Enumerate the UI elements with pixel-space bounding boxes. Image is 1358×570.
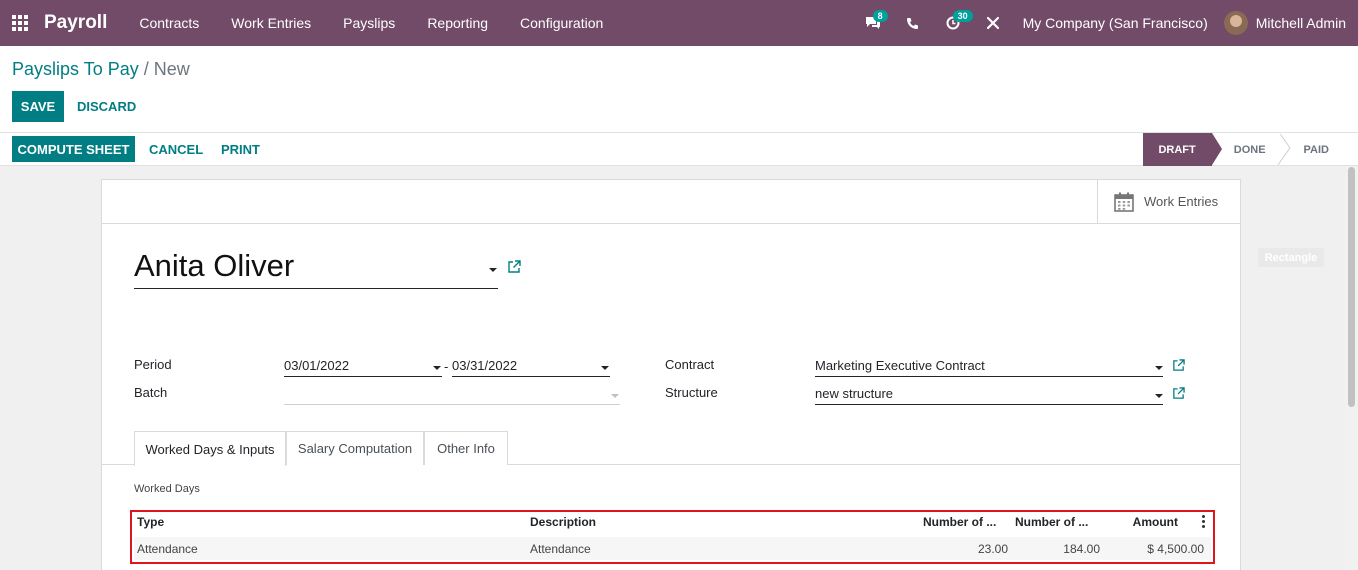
contract-external-link-icon[interactable] <box>1172 359 1185 372</box>
stage-done[interactable]: DONE <box>1212 133 1282 166</box>
column-header-type[interactable]: Type <box>137 512 164 532</box>
stage-pipeline: DRAFT DONE PAID <box>1143 133 1345 166</box>
app-name[interactable]: Payroll <box>44 12 107 34</box>
work-entries-smart-button[interactable]: Work Entries <box>1097 180 1240 223</box>
scrollbar-thumb[interactable] <box>1348 167 1355 407</box>
apps-menu-icon[interactable] <box>0 0 40 46</box>
tab-other-info[interactable]: Other Info <box>424 431 508 465</box>
column-header-number-of-days[interactable]: Number of ... <box>923 512 996 532</box>
cell-type: Attendance <box>137 541 198 556</box>
period-to-dropdown-icon[interactable] <box>601 366 609 370</box>
batch-field[interactable] <box>284 384 620 405</box>
messages-icon[interactable]: 8 <box>853 0 893 46</box>
notebook-tabs: Worked Days & Inputs Salary Computation … <box>102 431 1240 466</box>
employee-dropdown-icon[interactable] <box>489 268 497 272</box>
discard-button[interactable]: DISCARD <box>77 91 136 122</box>
rectangle-tag: Rectangle <box>1258 248 1324 267</box>
menu-payslips[interactable]: Payslips <box>327 15 411 31</box>
structure-label: Structure <box>665 385 718 400</box>
menu-reporting[interactable]: Reporting <box>411 15 504 31</box>
cell-number-of-days: 23.00 <box>977 541 1008 556</box>
phone-icon[interactable] <box>893 0 933 46</box>
cancel-button[interactable]: CANCEL <box>149 136 203 162</box>
calendar-icon <box>1114 192 1134 212</box>
tab-worked-days-inputs[interactable]: Worked Days & Inputs <box>134 431 286 466</box>
activity-clock-icon[interactable]: 30 <box>933 0 973 46</box>
stage-draft[interactable]: DRAFT <box>1143 133 1223 166</box>
avatar <box>1223 11 1248 35</box>
structure-external-link-icon[interactable] <box>1172 387 1185 400</box>
period-to-value: 03/31/2022 <box>452 358 518 373</box>
activities-count-badge: 30 <box>952 10 973 22</box>
breadcrumb-separator: / <box>143 59 149 79</box>
top-navbar: Payroll Contracts Work Entries Payslips … <box>0 0 1358 46</box>
menu-work-entries[interactable]: Work Entries <box>215 15 327 31</box>
menu-contracts[interactable]: Contracts <box>123 15 215 31</box>
contract-value: Marketing Executive Contract <box>815 358 985 373</box>
period-from-value: 03/01/2022 <box>284 358 350 373</box>
work-entries-label: Work Entries <box>1144 194 1219 209</box>
page-scrollbar[interactable] <box>1345 167 1358 570</box>
cell-description: Attendance <box>530 541 591 556</box>
structure-value: new structure <box>815 386 894 401</box>
user-name: Mitchell Admin <box>1255 15 1346 31</box>
period-from-dropdown-icon[interactable] <box>433 366 441 370</box>
payslip-form-sheet: Work Entries Anita Oliver Period 03/01/2… <box>101 179 1241 570</box>
breadcrumb: Payslips To Pay / New <box>12 59 190 80</box>
period-separator: - <box>444 359 449 374</box>
worked-days-title: Worked Days <box>134 483 200 495</box>
debug-tools-icon[interactable] <box>973 0 1013 46</box>
control-panel: Payslips To Pay / New SAVE DISCARD <box>0 46 1358 133</box>
messages-count-badge: 8 <box>872 10 888 22</box>
optional-columns-icon[interactable] <box>1202 515 1206 528</box>
employee-field[interactable]: Anita Oliver <box>134 248 498 289</box>
smart-button-box: Work Entries <box>102 180 1240 224</box>
period-from-field[interactable]: 03/01/2022 <box>284 356 442 377</box>
company-switcher[interactable]: My Company (San Francisco) <box>1013 15 1224 31</box>
stage-paid[interactable]: PAID <box>1282 133 1345 166</box>
user-menu[interactable]: Mitchell Admin <box>1223 11 1358 35</box>
worked-days-table: Type Description Number of ... Number of… <box>130 510 1215 564</box>
batch-label: Batch <box>134 385 168 400</box>
column-header-number-of-hours[interactable]: Number of ... <box>1015 512 1088 532</box>
structure-field[interactable]: new structure <box>815 384 1163 405</box>
cell-amount: $ 4,500.00 <box>1147 541 1204 556</box>
structure-dropdown-icon[interactable] <box>1155 394 1163 398</box>
employee-external-link-icon[interactable] <box>507 260 521 274</box>
table-header: Type Description Number of ... Number of… <box>132 512 1213 532</box>
cell-number-of-hours: 184.00 <box>1063 541 1100 556</box>
save-button[interactable]: SAVE <box>12 91 64 122</box>
period-to-field[interactable]: 03/31/2022 <box>452 356 610 377</box>
breadcrumb-current: New <box>153 59 190 79</box>
print-button[interactable]: PRINT <box>221 136 260 162</box>
batch-dropdown-icon[interactable] <box>611 394 619 398</box>
employee-name: Anita Oliver <box>134 248 295 283</box>
tab-salary-computation[interactable]: Salary Computation <box>286 431 424 465</box>
period-label: Period <box>134 357 172 372</box>
contract-field[interactable]: Marketing Executive Contract <box>815 356 1163 377</box>
column-header-amount[interactable]: Amount <box>1102 512 1178 532</box>
menu-configuration[interactable]: Configuration <box>504 15 619 31</box>
contract-dropdown-icon[interactable] <box>1155 366 1163 370</box>
status-bar: COMPUTE SHEET CANCEL PRINT DRAFT DONE PA… <box>0 133 1358 166</box>
breadcrumb-parent-link[interactable]: Payslips To Pay <box>12 59 139 79</box>
compute-sheet-button[interactable]: COMPUTE SHEET <box>12 136 135 162</box>
contract-label: Contract <box>665 357 715 372</box>
table-row[interactable]: Attendance Attendance 23.00 184.00 $ 4,5… <box>134 537 1211 560</box>
column-header-description[interactable]: Description <box>530 512 596 532</box>
